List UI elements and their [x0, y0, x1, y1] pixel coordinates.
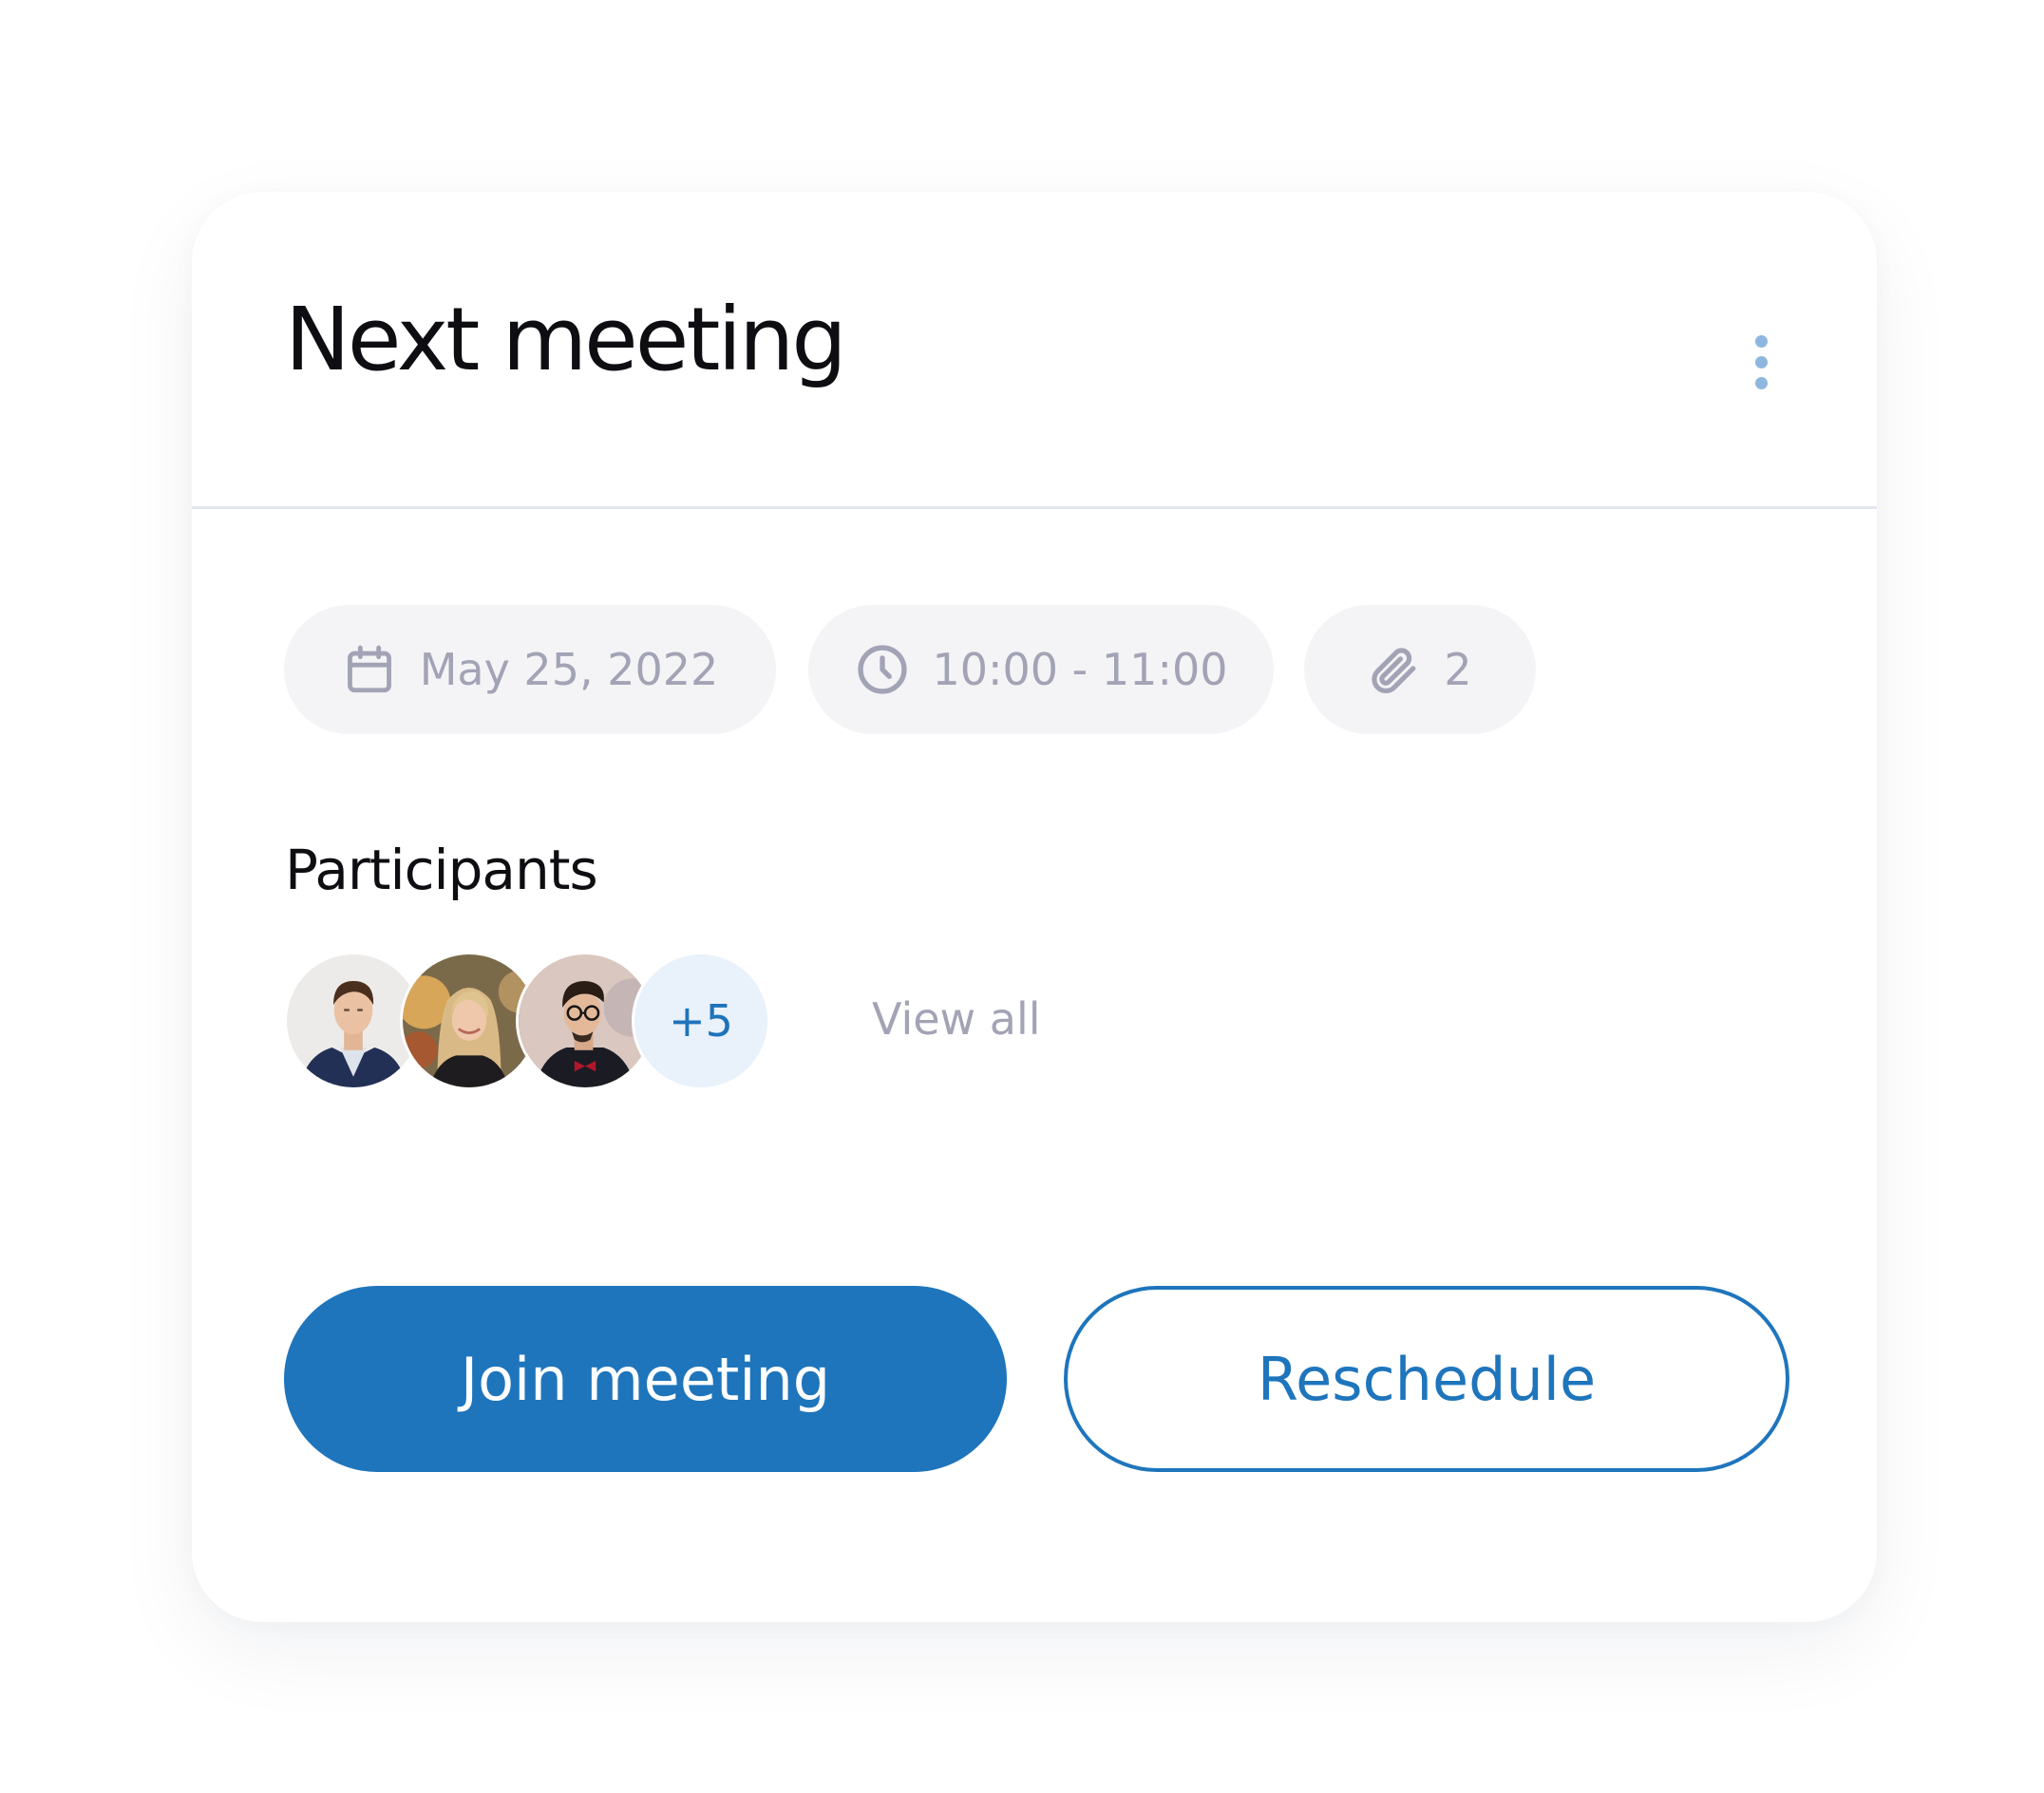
more-vertical-icon-dot	[1754, 355, 1768, 368]
time-label: 10:00 - 11:00	[932, 644, 1228, 695]
more-options-button[interactable]	[1732, 310, 1789, 414]
participants-heading: Participants	[285, 838, 598, 902]
join-meeting-button[interactable]: Join meeting	[284, 1286, 1007, 1472]
header-divider	[192, 506, 1877, 509]
clock-icon	[855, 642, 910, 697]
participants-avatar-group: +5	[284, 952, 778, 1094]
attachments-chip[interactable]: 2	[1304, 605, 1536, 734]
date-label: May 25, 2022	[419, 644, 719, 695]
view-all-link[interactable]: View all	[872, 997, 1041, 1041]
more-vertical-icon-dot	[1754, 376, 1768, 389]
date-chip[interactable]: May 25, 2022	[284, 605, 776, 734]
attachments-count: 2	[1444, 644, 1472, 695]
calendar-icon	[342, 642, 397, 697]
paperclip-icon	[1368, 643, 1421, 696]
card-title: Next meeting	[285, 289, 847, 390]
meeting-card: Next meeting May 25, 2022 10:00 - 11:00	[192, 192, 1877, 1622]
more-participants-badge[interactable]: +5	[632, 952, 770, 1090]
more-vertical-icon	[1754, 334, 1768, 348]
reschedule-button[interactable]: Reschedule	[1064, 1286, 1789, 1472]
time-chip[interactable]: 10:00 - 11:00	[808, 605, 1274, 734]
